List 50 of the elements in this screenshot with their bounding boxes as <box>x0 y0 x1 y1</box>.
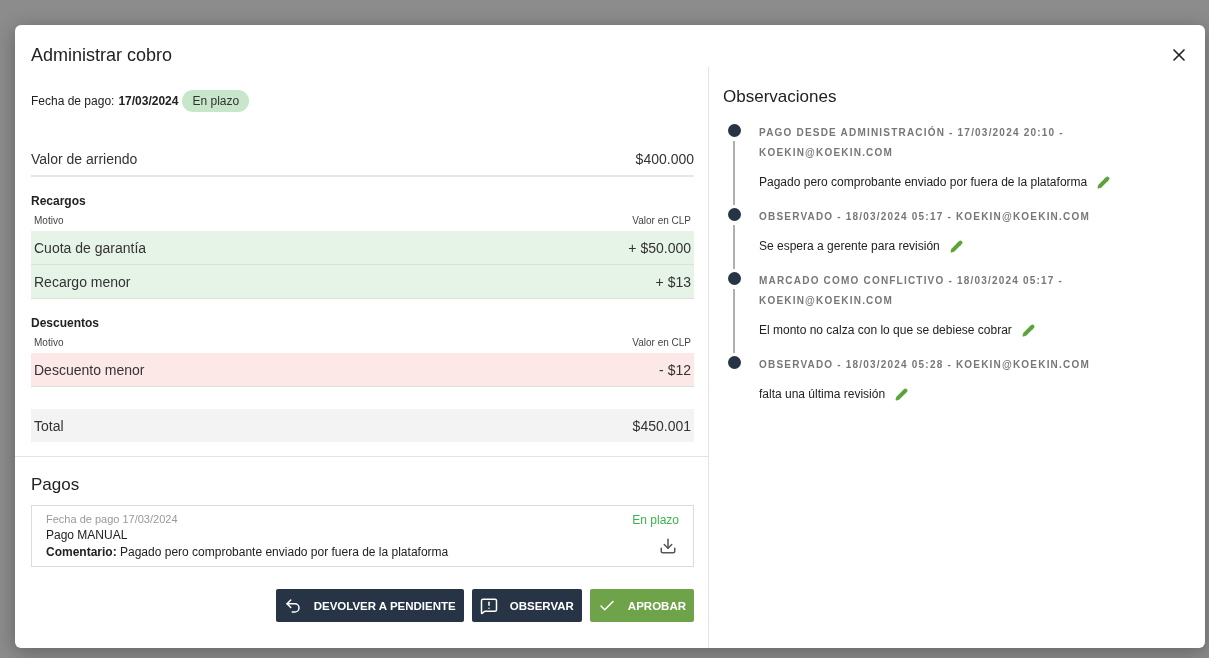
observation-header: OBSERVADO - 18/03/2024 05:28 - KOEKIN@KOEKIN.COM <box>759 358 1091 372</box>
reason-text: Descuento menor <box>34 361 145 378</box>
timeline-line <box>733 289 735 353</box>
undo-icon <box>283 596 302 615</box>
observation-header: PAGO DESDE ADMINISTRACIÓN - 17/03/2024 20:10 - KOEKIN@KOEKIN.COM <box>759 125 1065 160</box>
amount-text: + $13 <box>655 273 691 290</box>
amount-text: + $50.000 <box>628 239 691 256</box>
timeline-dot <box>727 272 741 285</box>
observation-text: falta una última revisión <box>759 387 886 401</box>
amount-text: - $12 <box>659 361 691 378</box>
alert-message-icon <box>479 596 498 615</box>
edit-button[interactable] <box>895 387 909 401</box>
timeline-dot <box>727 356 741 369</box>
column-header: Motivo <box>34 337 64 349</box>
payment-comment: Comentario: Pagado pero comprobante enviado por fuera de la plataforma <box>46 545 449 559</box>
reason-text: Cuota de garantía <box>34 239 147 256</box>
section-title: Recargos <box>31 193 87 210</box>
download-button[interactable] <box>659 537 677 555</box>
payment-method: Pago MANUAL <box>46 528 129 542</box>
column-header: Valor en CLP <box>632 337 691 349</box>
status-chip: En plazo <box>182 90 250 112</box>
total-label: Total <box>34 417 64 434</box>
edit-button[interactable] <box>1021 323 1035 337</box>
rent-value: $400.000 <box>635 151 694 167</box>
timeline-dot <box>727 124 741 137</box>
column-header: Motivo <box>34 215 64 227</box>
timeline-dot <box>727 208 741 221</box>
timeline-line <box>733 225 735 269</box>
section-title: Descuentos <box>31 315 101 332</box>
timeline-line <box>733 141 735 205</box>
edit-button[interactable] <box>949 239 963 253</box>
observation-text: Se espera a gerente para revisión <box>759 239 940 253</box>
payment-status: En plazo <box>632 513 679 527</box>
payment-date-label: Fecha de pago: <box>31 94 115 108</box>
payment-date: Fecha de pago 17/03/2024 <box>46 513 179 525</box>
payment-date-value: 17/03/2024 <box>118 94 179 108</box>
reason-text: Recargo menor <box>34 273 131 290</box>
total-value: $450.001 <box>632 417 691 434</box>
rent-label: Valor de arriendo <box>31 151 138 167</box>
dialog-title: Administrar cobro <box>31 44 173 66</box>
column-header: Valor en CLP <box>632 215 691 227</box>
payments-title: Pagos <box>31 475 81 495</box>
edit-button[interactable] <box>1097 175 1111 189</box>
action-button[interactable]: DEVOLVER A PENDIENTE <box>275 589 464 622</box>
observation-text: Pagado pero comprobante enviado por fuera de la plataforma <box>759 175 1088 189</box>
observation-header: OBSERVADO - 18/03/2024 05:17 - KOEKIN@KOEKIN.COM <box>759 210 1091 224</box>
observation-text: El monto no calza con lo que se debiese cobrar <box>759 323 1012 337</box>
observation-header: MARCADO COMO CONFLICTIVO - 18/03/2024 05:17 - KOEKIN@KOEKIN.COM <box>759 274 1065 308</box>
observations-title: Observaciones <box>723 87 838 107</box>
action-button[interactable]: OBSERVAR <box>471 589 582 622</box>
